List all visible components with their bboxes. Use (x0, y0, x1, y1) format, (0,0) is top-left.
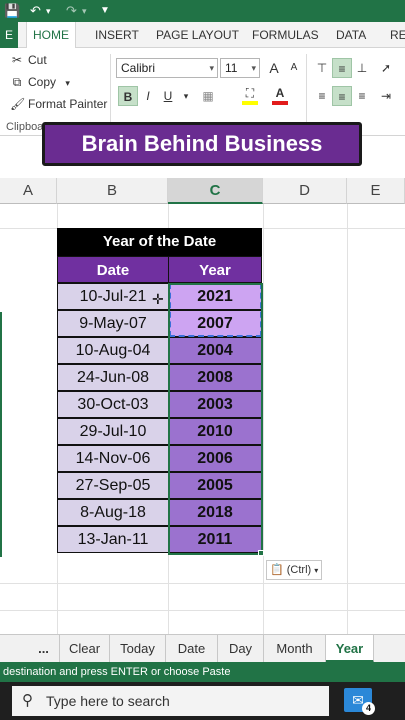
redo-icon[interactable]: ↷ (66, 2, 77, 20)
ribbon-tab-bar: E HOME INSERT PAGE LAYOUT FORMULAS DATA … (0, 22, 405, 49)
clipboard-icon: 📋 (270, 564, 284, 576)
tab-formulas[interactable]: FORMULAS (252, 22, 319, 48)
year-cell[interactable]: 2011 (168, 526, 262, 553)
font-size-select[interactable]: 11 ▾ (220, 58, 260, 78)
chevron-down-icon: ▾ (65, 78, 70, 88)
gridline (0, 610, 405, 611)
sheet-tab-year[interactable]: Year (326, 635, 374, 663)
tab-page-layout[interactable]: PAGE LAYOUT (156, 22, 239, 48)
sheet-tab-day[interactable]: Day (218, 635, 264, 663)
year-cell[interactable]: 2004 (168, 337, 262, 364)
indent-icon[interactable]: ⇥ (376, 86, 396, 106)
column-header-a[interactable]: A (0, 178, 57, 204)
date-cell[interactable]: 14-Nov-06 (57, 445, 169, 472)
column-header-d[interactable]: D (263, 178, 347, 204)
tab-data[interactable]: DATA (336, 22, 366, 48)
quick-access-toolbar: 💾 ↶ ▾ ↷ ▾ ▼ (0, 0, 405, 22)
format-painter-button[interactable]: 🖌 Format Painter (10, 96, 107, 112)
tab-home[interactable]: HOME (26, 22, 76, 49)
ribbon-divider (110, 54, 111, 132)
tab-file[interactable]: E (0, 22, 18, 48)
ribbon-divider (306, 54, 307, 132)
underline-button[interactable]: U (158, 86, 178, 106)
gridline (0, 583, 405, 584)
fill-color-icon[interactable]: ⛶ (240, 86, 260, 106)
fill-handle[interactable] (258, 550, 264, 556)
year-cell[interactable]: 2003 (168, 391, 262, 418)
row-selection-accent (0, 312, 2, 557)
cut-button[interactable]: ✂ Cut (10, 52, 47, 68)
date-cell[interactable]: 24-Jun-08 (57, 364, 169, 391)
table-title: Year of the Date (57, 228, 262, 256)
year-cell[interactable]: 2008 (168, 364, 262, 391)
sheet-tab-bar: ... Clear Today Date Day Month Year (0, 634, 405, 663)
brand-banner: Brain Behind Business (42, 122, 362, 166)
date-cell[interactable]: 9-May-07 (57, 310, 169, 337)
chevron-down-icon: ▾ (314, 566, 319, 575)
sheet-tab-today[interactable]: Today (110, 635, 166, 663)
column-header-c[interactable]: C (168, 178, 263, 204)
chevron-down-icon: ▾ (209, 63, 214, 73)
tab-insert[interactable]: INSERT (95, 22, 139, 48)
shrink-font-button[interactable]: A (284, 58, 304, 78)
date-cell[interactable]: 29-Jul-10 (57, 418, 169, 445)
align-top-icon[interactable]: ⊤ (312, 58, 332, 78)
windows-taskbar: ⚲ Type here to search ✉ 4 (0, 682, 405, 720)
gridline (263, 204, 264, 634)
year-cell[interactable]: 2006 (168, 445, 262, 472)
year-cell[interactable]: 2021 (168, 283, 262, 310)
clipboard-group-label: Clipboa (6, 121, 44, 133)
undo-dropdown-icon[interactable]: ▾ (46, 2, 51, 20)
align-right-icon[interactable]: ≡ (352, 86, 372, 106)
bold-button[interactable]: B (118, 86, 138, 106)
save-icon[interactable]: 💾 (4, 2, 20, 20)
sheet-tab-clear[interactable]: Clear (60, 635, 110, 663)
align-middle-icon[interactable]: ≡ (332, 58, 352, 78)
orientation-icon[interactable]: ➚ (376, 58, 396, 78)
cell-cursor-icon: ✛ (152, 291, 164, 307)
scissors-icon: ✂ (11, 53, 23, 67)
date-cell[interactable]: 30-Oct-03 (57, 391, 169, 418)
year-cell[interactable]: 2018 (168, 499, 262, 526)
sheet-tab-month[interactable]: Month (264, 635, 326, 663)
column-header-e[interactable]: E (347, 178, 405, 204)
date-cell[interactable]: 27-Sep-05 (57, 472, 169, 499)
taskbar-search-box[interactable]: ⚲ Type here to search (12, 686, 329, 716)
year-cell[interactable]: 2005 (168, 472, 262, 499)
chevron-down-icon[interactable]: ▾ (176, 86, 196, 106)
gridline (347, 204, 348, 634)
year-cell[interactable]: 2007 (168, 310, 262, 337)
font-name-select[interactable]: Calibri ▾ (116, 58, 218, 78)
mail-badge: 4 (362, 702, 375, 715)
chevron-down-icon: ▾ (251, 63, 256, 73)
copy-button[interactable]: ⧉ Copy ▾ (10, 74, 70, 91)
align-center-icon[interactable]: ≡ (332, 86, 352, 106)
align-bottom-icon[interactable]: ⊥ (352, 58, 372, 78)
paste-options-button[interactable]: 📋 (Ctrl) ▾ (266, 560, 322, 580)
grow-font-button[interactable]: A (264, 58, 284, 78)
year-cell[interactable]: 2010 (168, 418, 262, 445)
paintbrush-icon: 🖌 (10, 97, 26, 111)
column-header-year[interactable]: Year (168, 256, 262, 283)
worksheet[interactable]: A B C D E Year of the Date Date Year 10-… (0, 166, 405, 634)
font-color-icon[interactable]: A (270, 86, 290, 106)
status-bar: destination and press ENTER or choose Pa… (0, 662, 405, 682)
search-icon: ⚲ (22, 692, 33, 709)
column-header-b[interactable]: B (57, 178, 168, 204)
redo-dropdown-icon[interactable]: ▾ (82, 2, 87, 20)
date-cell[interactable]: 13-Jan-11 (57, 526, 169, 553)
sheet-tab-date[interactable]: Date (166, 635, 218, 663)
sheet-tabs-more-button[interactable]: ... (28, 635, 60, 663)
borders-icon[interactable]: ▦ (198, 86, 218, 106)
date-cell[interactable]: 10-Aug-04 (57, 337, 169, 364)
undo-icon[interactable]: ↶ (30, 2, 41, 20)
tab-review[interactable]: REV (390, 22, 405, 48)
italic-button[interactable]: I (138, 86, 158, 106)
column-header-date[interactable]: Date (57, 256, 169, 283)
date-cell[interactable]: 8-Aug-18 (57, 499, 169, 526)
copy-icon: ⧉ (12, 75, 22, 89)
align-left-icon[interactable]: ≡ (312, 86, 332, 106)
customize-toolbar-icon[interactable]: ▼ (100, 2, 110, 20)
